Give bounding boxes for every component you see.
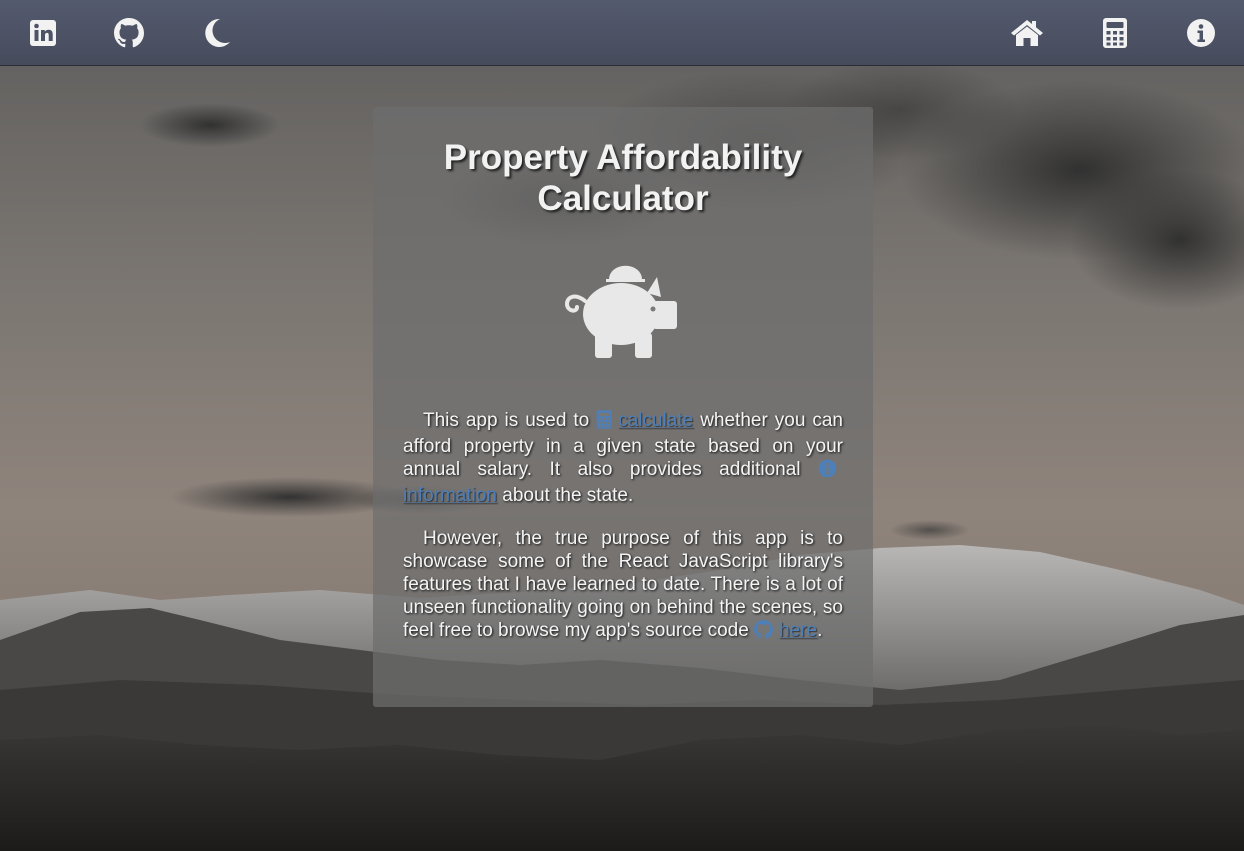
calculate-link[interactable]: calculate: [596, 410, 693, 431]
github-icon: [754, 620, 774, 645]
title-line-1: Property Affordability: [443, 138, 803, 177]
information-link-label: information: [403, 485, 497, 506]
calculate-link-label: calculate: [618, 410, 694, 431]
moon-icon[interactable]: [197, 13, 237, 53]
home-icon[interactable]: [1007, 13, 1047, 53]
github-icon[interactable]: [109, 13, 149, 53]
info-icon: [818, 459, 837, 484]
here-link-label: here: [779, 620, 818, 641]
title-line-2: Calculator: [537, 179, 709, 218]
para1-text-end: about the state.: [497, 485, 634, 506]
info-icon[interactable]: [1181, 13, 1221, 53]
source-code-link[interactable]: here: [754, 620, 817, 641]
purpose-paragraph: However, the true purpose of this app is…: [403, 527, 843, 645]
linkedin-icon[interactable]: [23, 13, 63, 53]
calculator-icon[interactable]: [1095, 13, 1135, 53]
para2-end: .: [817, 620, 823, 641]
piggy-bank-icon: [403, 257, 843, 359]
para1-text-start: This app is used to: [423, 410, 597, 431]
page-title: Property Affordability Calculator: [403, 137, 843, 219]
top-navbar: [0, 0, 1244, 66]
intro-card: Property Affordability Calculator This a…: [373, 107, 873, 707]
intro-paragraph: This app is used to calculate whether yo…: [403, 409, 843, 507]
calculator-icon: [596, 410, 612, 435]
